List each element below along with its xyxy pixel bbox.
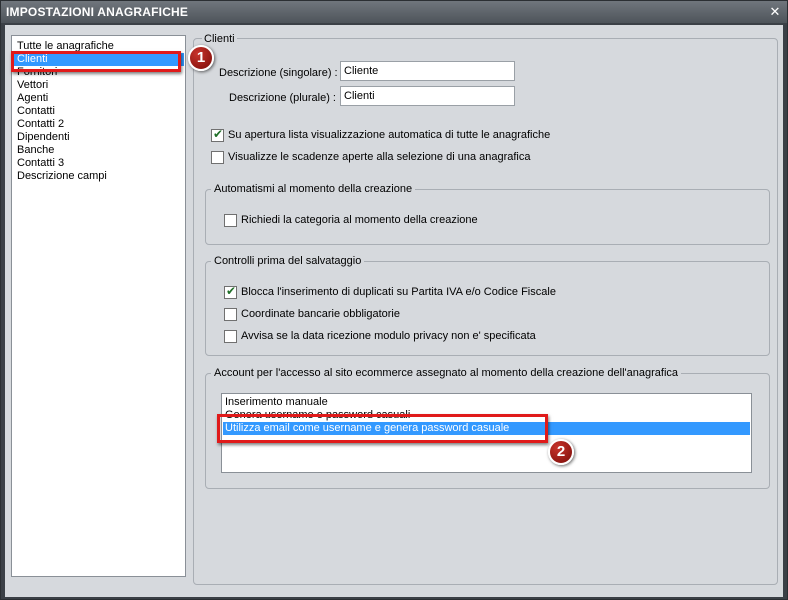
title-bar: IMPOSTAZIONI ANAGRAFICHE ✕: [1, 1, 787, 23]
settings-window: IMPOSTAZIONI ANAGRAFICHE ✕ Tutte le anag…: [0, 0, 788, 600]
singolare-input[interactable]: [340, 61, 515, 81]
category-list[interactable]: Tutte le anagrafiche Clienti Fornitori V…: [11, 35, 186, 577]
option-label: Avvisa se la data ricezione modulo priva…: [241, 330, 536, 342]
list-item-dipendenti[interactable]: Dipendenti: [13, 131, 184, 144]
list-item-inserimento-manuale[interactable]: Inserimento manuale: [223, 396, 750, 409]
plurale-input[interactable]: [340, 86, 515, 106]
plurale-label: Descrizione (plurale) :: [229, 92, 336, 104]
option-label: Coordinate bancarie obbligatorie: [241, 308, 400, 320]
checkmark-icon: ✔: [226, 284, 237, 298]
checkbox[interactable]: ✔: [224, 284, 237, 299]
list-item-banche[interactable]: Banche: [13, 144, 184, 157]
list-item-agenti[interactable]: Agenti: [13, 92, 184, 105]
checkbox[interactable]: [224, 330, 237, 343]
checkbox[interactable]: [211, 151, 224, 164]
checkbox[interactable]: ✔: [211, 127, 224, 142]
singolare-label: Descrizione (singolare) :: [219, 67, 338, 79]
step-badge-1: 1: [188, 45, 214, 71]
list-item-contatti-2[interactable]: Contatti 2: [13, 118, 184, 131]
option-label: Visualizze le scadenze aperte alla selez…: [228, 151, 531, 163]
list-item-descrizione-campi[interactable]: Descrizione campi: [13, 170, 184, 183]
list-item-contatti-3[interactable]: Contatti 3: [13, 157, 184, 170]
step-badge-2: 2: [548, 439, 574, 465]
checkbox[interactable]: [224, 308, 237, 321]
clienti-legend: Clienti: [202, 33, 237, 45]
highlight-box-2: [217, 414, 548, 443]
option-label: Blocca l'inserimento di duplicati su Par…: [241, 286, 556, 298]
list-item-vettori[interactable]: Vettori: [13, 79, 184, 92]
window-title: IMPOSTAZIONI ANAGRAFICHE: [6, 5, 189, 19]
option-label: Su apertura lista visualizzazione automa…: [228, 129, 551, 141]
option-label: Richiedi la categoria al momento della c…: [241, 214, 478, 226]
highlight-box-1: [11, 51, 181, 72]
checkbox[interactable]: [224, 214, 237, 227]
checkmark-icon: ✔: [213, 127, 224, 141]
controlli-legend: Controlli prima del salvataggio: [211, 255, 365, 267]
account-legend: Account per l'accesso al sito ecommerce …: [211, 367, 682, 379]
automatismi-legend: Automatismi al momento della creazione: [211, 183, 416, 195]
list-item-contatti[interactable]: Contatti: [13, 105, 184, 118]
close-icon[interactable]: ✕: [767, 4, 783, 20]
dialog-body: Tutte le anagrafiche Clienti Fornitori V…: [5, 25, 783, 597]
